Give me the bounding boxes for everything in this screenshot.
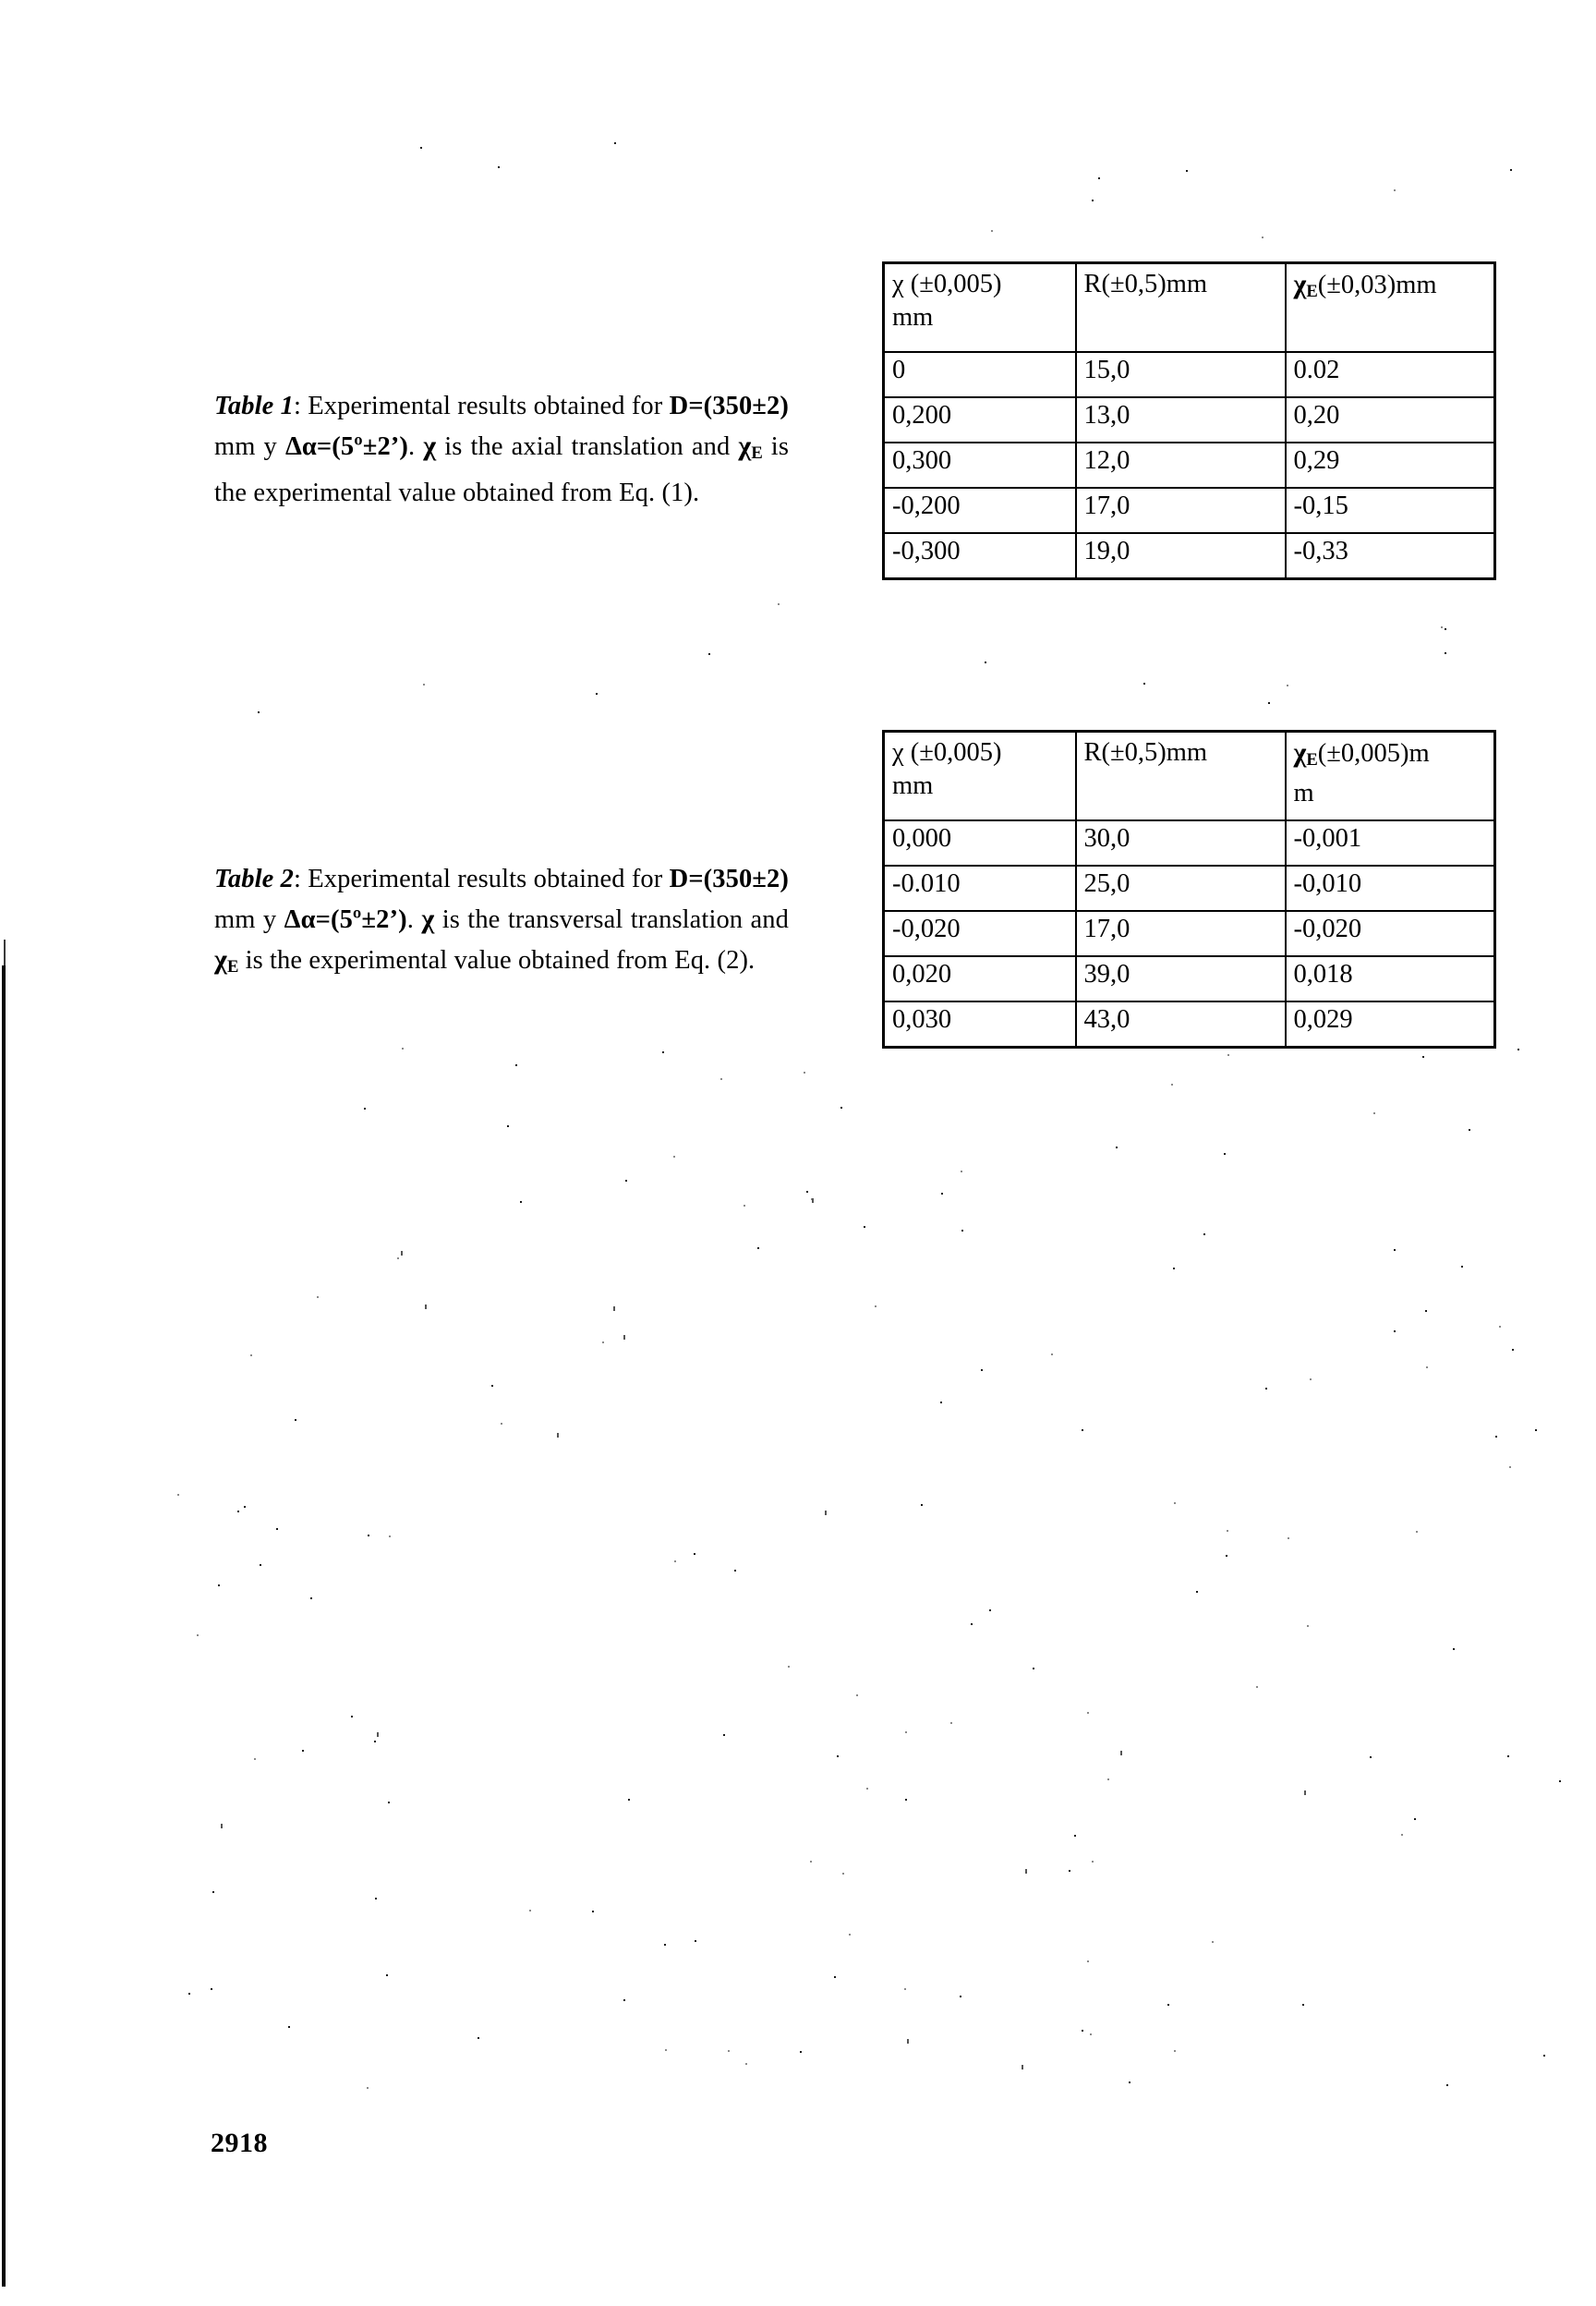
table-2: χ (±0,005) mm R(±0,5)mm χE(±0,005)m m 0,… <box>882 730 1496 1049</box>
cell-chi: -0,200 <box>882 487 1077 534</box>
table-1-angle-value: Δα=(5º±2’) <box>284 432 408 461</box>
table-row: -0,020 17,0 -0,020 <box>882 910 1496 957</box>
cell-chi-e: 0,029 <box>1284 1001 1496 1049</box>
table-2-caption-text-d: is the transversal translation and <box>434 905 789 934</box>
table-1-header-chi-main: χ (±0,005) <box>892 270 1002 298</box>
table-2-header-chi-unit: mm <box>892 771 934 800</box>
scanned-page: Table 1: Experimental results obtained f… <box>0 0 1596 2306</box>
table-2-container: χ (±0,005) mm R(±0,5)mm χE(±0,005)m m 0,… <box>882 730 1496 1049</box>
chi-e-subscript: E <box>1306 282 1318 302</box>
table-2-distance-value: D=(350±2) <box>669 865 789 893</box>
table-1-header-chi-unit: mm <box>892 303 934 332</box>
cell-chi: -0,020 <box>882 910 1077 957</box>
chi-symbol: χ <box>423 431 437 461</box>
cell-r: 25,0 <box>1074 865 1287 912</box>
table-2-caption-text-b: mm y <box>214 905 284 934</box>
table-2-caption-text-c: . <box>406 905 422 934</box>
table-2-caption: Table 2: Experimental results obtained f… <box>214 859 789 987</box>
table-row: -0.010 25,0 -0,010 <box>882 865 1496 912</box>
cell-chi-e: 0,20 <box>1284 396 1496 443</box>
table-header-row: χ (±0,005) mm R(±0,5)mm χE(±0,005)m m <box>882 730 1496 821</box>
cell-r: 13,0 <box>1074 396 1287 443</box>
table-row: 0,200 13,0 0,20 <box>882 396 1496 443</box>
chi-e-base: χ <box>738 431 752 461</box>
table-1-header-chi-e-unit: (±0,03)mm <box>1317 271 1437 299</box>
cell-chi: 0,300 <box>882 442 1077 489</box>
cell-chi-e: 0,29 <box>1284 442 1496 489</box>
cell-chi: 0,030 <box>882 1001 1077 1049</box>
chi-symbol: χ <box>421 904 435 934</box>
cell-r: 43,0 <box>1074 1001 1287 1049</box>
table-1-header-chi-e: χE(±0,03)mm <box>1284 261 1496 353</box>
table-1-label-suffix: : <box>293 392 302 420</box>
cell-chi-e: 0.02 <box>1284 351 1496 398</box>
chi-e-symbol: χE <box>214 944 239 977</box>
cell-r: 17,0 <box>1074 487 1287 534</box>
table-2-header-r-main: R(±0,5)mm <box>1083 738 1208 767</box>
table-row: 0 15,0 0.02 <box>882 351 1496 398</box>
table-1-body: 0 15,0 0.02 0,200 13,0 0,20 0,300 12,0 0… <box>882 351 1496 580</box>
table-row: 0,020 39,0 0,018 <box>882 955 1496 1002</box>
table-2-header-r: R(±0,5)mm <box>1074 730 1287 821</box>
table-2-header-chi-e-symbol: χE <box>1293 737 1318 771</box>
table-1-caption-text-d: is the axial translation and <box>436 432 739 461</box>
cell-chi-e: -0,020 <box>1284 910 1496 957</box>
cell-chi-e: -0,001 <box>1284 819 1496 867</box>
table-2-body: 0,000 30,0 -0,001 -0.010 25,0 -0,010 -0,… <box>882 819 1496 1049</box>
cell-chi: 0,020 <box>882 955 1077 1002</box>
table-2-header-chi-e: χE(±0,005)m m <box>1284 730 1496 821</box>
chi-e-symbol: χE <box>738 431 763 464</box>
table-2-header-chi-e-unit-line2: m <box>1293 779 1314 808</box>
table-2-caption-text-a: Experimental results obtained for <box>301 865 670 893</box>
cell-chi: 0 <box>882 351 1077 398</box>
table-2-angle-value: Δα=(5º±2’) <box>284 905 407 934</box>
cell-r: 30,0 <box>1074 819 1287 867</box>
table-1-header-r-main: R(±0,5)mm <box>1083 270 1208 298</box>
cell-r: 17,0 <box>1074 910 1287 957</box>
cell-chi: 0,200 <box>882 396 1077 443</box>
table-row: 0,000 30,0 -0,001 <box>882 819 1496 867</box>
chi-e-base: χ <box>1293 737 1307 768</box>
table-1: χ (±0,005) mm R(±0,5)mm χE(±0,03)mm 0 15… <box>882 261 1496 580</box>
table-2-header-chi: χ (±0,005) mm <box>882 730 1077 821</box>
table-2-header-chi-main: χ (±0,005) <box>892 738 1002 767</box>
scan-edge-artifact <box>2 940 6 2287</box>
table-1-caption-text-c: . <box>407 432 424 461</box>
table-1-header-r: R(±0,5)mm <box>1074 261 1287 353</box>
table-1-distance-value: D=(350±2) <box>669 392 789 420</box>
table-2-label-suffix: : <box>293 865 302 893</box>
table-1-header-chi-e-symbol: χE <box>1293 269 1318 302</box>
table-1-caption: Table 1: Experimental results obtained f… <box>214 386 789 513</box>
cell-r: 39,0 <box>1074 955 1287 1002</box>
chi-e-base: χ <box>1293 269 1307 299</box>
cell-r: 15,0 <box>1074 351 1287 398</box>
table-2-header-chi-e-unit: (±0,005)m <box>1317 739 1430 768</box>
cell-r: 12,0 <box>1074 442 1287 489</box>
chi-e-subscript: E <box>751 443 763 464</box>
table-1-header-chi: χ (±0,005) mm <box>882 261 1077 353</box>
table-2-label: Table 2 <box>214 865 294 893</box>
page-number: 2918 <box>211 2128 268 2158</box>
table-row: -0,300 19,0 -0,33 <box>882 532 1496 580</box>
chi-e-subscript: E <box>226 957 239 977</box>
table-row: -0,200 17,0 -0,15 <box>882 487 1496 534</box>
chi-e-base: χ <box>214 944 227 975</box>
table-2-caption-text-e: is the experimental value obtained from … <box>238 946 756 975</box>
table-row: 0,030 43,0 0,029 <box>882 1001 1496 1049</box>
table-row: 0,300 12,0 0,29 <box>882 442 1496 489</box>
cell-chi-e: 0,018 <box>1284 955 1496 1002</box>
cell-chi: -0,300 <box>882 532 1077 580</box>
cell-r: 19,0 <box>1074 532 1287 580</box>
table-header-row: χ (±0,005) mm R(±0,5)mm χE(±0,03)mm <box>882 261 1496 353</box>
cell-chi-e: -0,33 <box>1284 532 1496 580</box>
cell-chi-e: -0,010 <box>1284 865 1496 912</box>
chi-e-subscript: E <box>1306 750 1318 771</box>
table-1-caption-text-a: Experimental results obtained for <box>301 392 670 420</box>
cell-chi: 0,000 <box>882 819 1077 867</box>
cell-chi: -0.010 <box>882 865 1077 912</box>
table-1-label: Table 1 <box>214 392 294 420</box>
table-1-container: χ (±0,005) mm R(±0,5)mm χE(±0,03)mm 0 15… <box>882 261 1496 580</box>
cell-chi-e: -0,15 <box>1284 487 1496 534</box>
table-1-caption-text-b: mm y <box>214 432 285 461</box>
